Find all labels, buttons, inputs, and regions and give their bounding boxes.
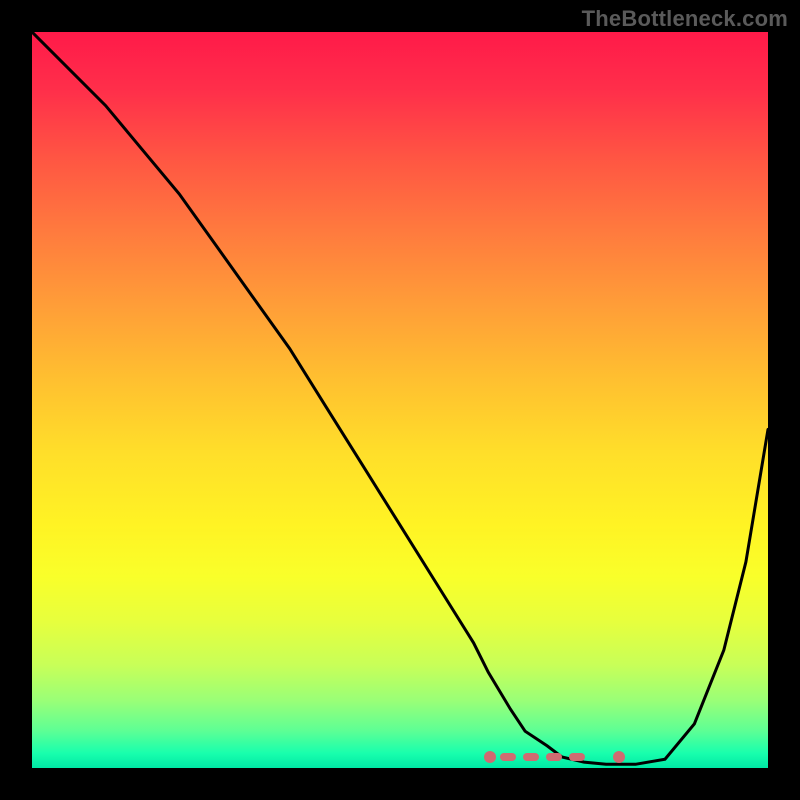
marker-dash-icon [569, 753, 585, 761]
plot-area [32, 32, 768, 768]
marker-dash-icon [546, 753, 562, 761]
watermark-text: TheBottleneck.com [582, 6, 788, 32]
marker-endpoint-right-icon [613, 751, 625, 763]
optimal-range-marker [488, 751, 620, 765]
marker-dash-icon [523, 753, 539, 761]
bottleneck-curve [32, 32, 768, 768]
marker-dash-icon [500, 753, 516, 761]
marker-endpoint-left-icon [484, 751, 496, 763]
